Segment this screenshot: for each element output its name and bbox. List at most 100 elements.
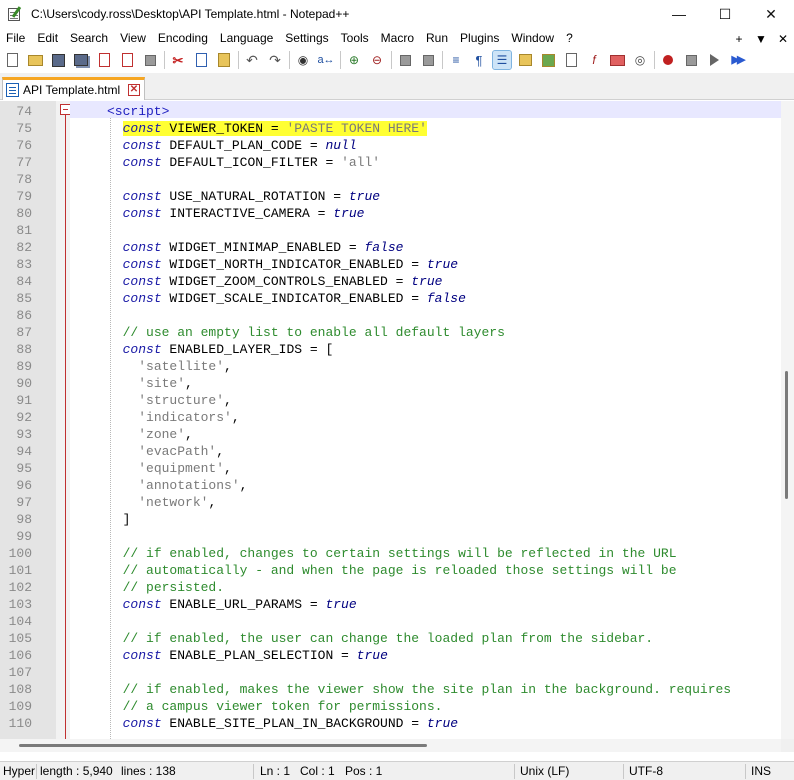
code-line[interactable]: 94 'evacPath', (0, 443, 781, 460)
new-tab-button[interactable]: + (728, 32, 750, 46)
menu-view[interactable]: View (114, 29, 152, 48)
close-button[interactable]: ✕ (748, 0, 794, 28)
binoculars-icon: ◉ (297, 53, 309, 67)
close-all-button[interactable] (118, 51, 136, 69)
code-line[interactable]: 78 (0, 171, 781, 188)
code-line[interactable]: 100 // if enabled, changes to certain se… (0, 545, 781, 562)
code-line[interactable]: 101 // automatically - and when the page… (0, 562, 781, 579)
code-line[interactable]: 106 const ENABLE_PLAN_SELECTION = true (0, 647, 781, 664)
monitoring-button[interactable]: ◎ (631, 51, 649, 69)
code-line[interactable]: 95 'equipment', (0, 460, 781, 477)
code-line[interactable]: 86 (0, 307, 781, 324)
menu-encoding[interactable]: Encoding (152, 29, 214, 48)
close-file-button[interactable] (95, 51, 113, 69)
code-line[interactable]: 97 'network', (0, 494, 781, 511)
status-insert-mode[interactable]: INS (751, 764, 771, 778)
copy-button[interactable] (192, 51, 210, 69)
word-wrap-button[interactable]: ≡ (447, 51, 465, 69)
folder-workspace-button[interactable] (608, 51, 626, 69)
horizontal-scrollbar[interactable] (0, 739, 781, 752)
close-tab-menu-button[interactable]: ✕ (772, 32, 794, 46)
undo-button[interactable]: ↶ (243, 51, 261, 69)
code-line[interactable]: 87 // use an empty list to enable all de… (0, 324, 781, 341)
run-macro-multiple-button[interactable]: ▶▶ (728, 51, 746, 69)
open-file-button[interactable] (26, 51, 44, 69)
doc-map-button[interactable] (539, 51, 557, 69)
show-all-characters-button[interactable]: ¶ (470, 51, 488, 69)
status-encoding[interactable]: UTF-8 (629, 764, 663, 778)
close-tab-icon[interactable]: ✕ (128, 84, 140, 96)
tab-list-button[interactable]: ▼ (750, 32, 772, 46)
vertical-scroll-thumb[interactable] (785, 371, 788, 499)
code-line[interactable]: 102 // persisted. (0, 579, 781, 596)
code-line[interactable]: 83 const WIDGET_NORTH_INDICATOR_ENABLED … (0, 256, 781, 273)
line-number: 107 (8, 665, 32, 680)
stop-macro-button[interactable] (682, 51, 700, 69)
code-line[interactable]: 92 'indicators', (0, 409, 781, 426)
menu-help[interactable]: ? (560, 29, 579, 48)
editor-pane[interactable]: 74 <script> 75 const VIEWER_TOKEN = 'PASTE… (0, 101, 781, 739)
redo-button[interactable]: ↷ (266, 51, 284, 69)
code-line[interactable]: 104 (0, 613, 781, 630)
menu-search[interactable]: Search (64, 29, 114, 48)
code-line[interactable]: 82 const WIDGET_MINIMAP_ENABLED = false (0, 239, 781, 256)
menu-language[interactable]: Language (214, 29, 279, 48)
code-line[interactable]: 80 const INTERACTIVE_CAMERA = true (0, 205, 781, 222)
toolbar-divider (340, 51, 341, 69)
menu-macro[interactable]: Macro (375, 29, 420, 48)
code-line[interactable]: 98 ] (0, 511, 781, 528)
code-line[interactable]: 74 <script> (0, 103, 781, 120)
new-file-button[interactable] (3, 51, 21, 69)
record-macro-button[interactable] (659, 51, 677, 69)
code-line[interactable]: 110 const ENABLE_SITE_PLAN_IN_BACKGROUND… (0, 715, 781, 732)
code-line[interactable]: 79 const USE_NATURAL_ROTATION = true (0, 188, 781, 205)
sync-horizontal-button[interactable] (419, 51, 437, 69)
replace-button[interactable]: a↔ (317, 51, 335, 69)
save-all-button[interactable] (72, 51, 90, 69)
code-line[interactable]: 75 const VIEWER_TOKEN = 'PASTE TOKEN HER… (0, 120, 781, 137)
indent-guide-button[interactable]: ☰ (492, 50, 512, 70)
code-line[interactable]: 91 'structure', (0, 392, 781, 409)
code-line[interactable]: 88 const ENABLED_LAYER_IDS = [ (0, 341, 781, 358)
menu-window[interactable]: Window (505, 29, 560, 48)
code-line[interactable]: 108 // if enabled, makes the viewer show… (0, 681, 781, 698)
maximize-button[interactable]: ☐ (702, 0, 748, 28)
horizontal-scroll-thumb[interactable] (19, 744, 427, 747)
status-eol[interactable]: Unix (LF) (520, 764, 569, 778)
sync-vertical-button[interactable] (396, 51, 414, 69)
cut-button[interactable]: ✂ (169, 51, 187, 69)
menu-plugins[interactable]: Plugins (454, 29, 505, 48)
code-line[interactable]: 85 const WIDGET_SCALE_INDICATOR_ENABLED … (0, 290, 781, 307)
zoom-out-button[interactable]: ⊖ (368, 51, 386, 69)
code-line[interactable]: 76 const DEFAULT_PLAN_CODE = null (0, 137, 781, 154)
menu-settings[interactable]: Settings (279, 29, 334, 48)
udl-button[interactable] (516, 51, 534, 69)
code-line[interactable]: 107 (0, 664, 781, 681)
zoom-in-button[interactable]: ⊕ (345, 51, 363, 69)
vertical-scrollbar[interactable] (781, 101, 794, 739)
menu-edit[interactable]: Edit (31, 29, 64, 48)
function-list-button[interactable]: f (585, 51, 603, 69)
code-line[interactable]: 81 (0, 222, 781, 239)
doc-list-button[interactable] (562, 51, 580, 69)
save-button[interactable] (49, 51, 67, 69)
code-line[interactable]: 103 const ENABLE_URL_PARAMS = true (0, 596, 781, 613)
menu-run[interactable]: Run (420, 29, 454, 48)
tab-api-template[interactable]: API Template.html ✕ (2, 77, 145, 100)
code-line[interactable]: 109 // a campus viewer token for permiss… (0, 698, 781, 715)
code-line[interactable]: 93 'zone', (0, 426, 781, 443)
code-line[interactable]: 99 (0, 528, 781, 545)
code-line[interactable]: 96 'annotations', (0, 477, 781, 494)
code-line[interactable]: 90 'site', (0, 375, 781, 392)
code-line[interactable]: 77 const DEFAULT_ICON_FILTER = 'all' (0, 154, 781, 171)
code-line[interactable]: 89 'satellite', (0, 358, 781, 375)
code-line[interactable]: 84 const WIDGET_ZOOM_CONTROLS_ENABLED = … (0, 273, 781, 290)
menu-file[interactable]: File (0, 29, 31, 48)
print-button[interactable] (141, 51, 159, 69)
find-button[interactable]: ◉ (294, 51, 312, 69)
play-macro-button[interactable] (705, 51, 723, 69)
minimize-button[interactable]: — (656, 0, 702, 28)
code-line[interactable]: 105 // if enabled, the user can change t… (0, 630, 781, 647)
menu-tools[interactable]: Tools (335, 29, 375, 48)
paste-button[interactable] (215, 51, 233, 69)
